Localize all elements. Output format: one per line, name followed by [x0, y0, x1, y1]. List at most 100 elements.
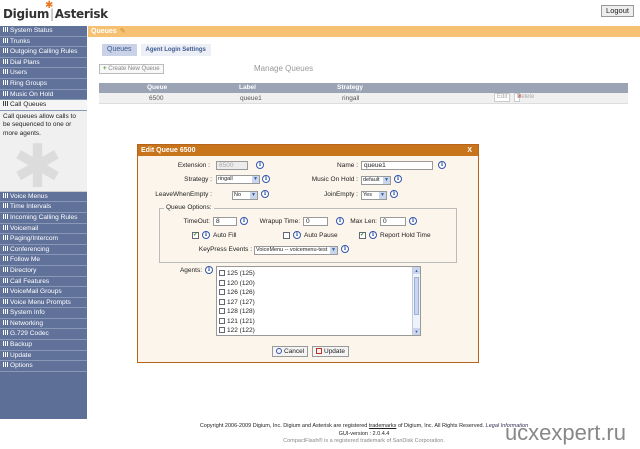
sidebar-item-voice-menus[interactable]: Voice Menus [0, 191, 87, 203]
sidebar-item-trunks[interactable]: Trunks [0, 36, 87, 48]
strategy-select[interactable]: ringall ▼ [216, 175, 260, 184]
tab-agent-login-settings[interactable]: Agent Login Settings [140, 44, 211, 56]
info-icon[interactable]: i [438, 161, 446, 169]
join-empty-value: Yes [363, 192, 372, 198]
table-row: 6500 queue1 ringall Edit ✕ Delete [99, 93, 628, 104]
sidebar-item-voicemail-groups[interactable]: VoiceMail Groups [0, 287, 87, 298]
join-empty-select[interactable]: Yes ▼ [361, 191, 387, 200]
keypress-events-select[interactable]: VoiceMenu -- voicemenu-test ▼ [254, 246, 338, 255]
agent-checkbox[interactable] [219, 270, 225, 276]
agent-list-item[interactable]: 126 (126) [219, 288, 255, 297]
auto-pause-checkbox[interactable] [283, 232, 290, 239]
sidebar-item-options[interactable]: Options [0, 361, 87, 372]
info-icon[interactable]: i [394, 175, 402, 183]
agent-checkbox[interactable] [219, 308, 225, 314]
create-new-queue-label: Create New Queue [108, 66, 160, 72]
strategy-value: ringall [218, 176, 233, 182]
info-icon[interactable]: i [202, 231, 210, 239]
sidebar-item-ring-groups[interactable]: Ring Groups [0, 78, 87, 90]
sidebar-item-voice-menu-prompts[interactable]: Voice Menu Prompts [0, 297, 87, 309]
wrapup-time-label: Wrapup Time: [259, 218, 300, 225]
sidebar-item-paging-intercom[interactable]: Paging/Intercom [0, 234, 87, 245]
info-icon[interactable]: i [341, 245, 349, 253]
sidebar-item-label: Update [10, 351, 32, 359]
sidebar-item-users[interactable]: Users [0, 68, 87, 79]
info-icon[interactable]: i [409, 217, 417, 225]
agents-scrollbar[interactable]: ▲ ▼ [412, 267, 420, 335]
create-new-queue-button[interactable]: + Create New Queue [99, 64, 164, 74]
edit-button[interactable]: Edit [494, 93, 511, 102]
agent-checkbox[interactable] [219, 298, 225, 305]
sidebar-item-label: Music On Hold [10, 90, 54, 98]
logo: Digium|Asterisk [3, 7, 108, 21]
agent-list-item[interactable]: 125 (125) [219, 269, 255, 278]
sidebar-item-update[interactable]: Update [0, 350, 87, 362]
agent-list-item[interactable]: 121 (121) [219, 317, 255, 326]
name-field[interactable]: queue1 [361, 161, 433, 170]
info-icon[interactable]: i [262, 175, 270, 183]
grid-icon [3, 101, 8, 107]
agent-checkbox[interactable] [219, 327, 225, 333]
sidebar-item-system-info[interactable]: System Info [0, 308, 87, 319]
sidebar-item-label: Voice Menus [10, 192, 48, 200]
scroll-up-icon[interactable]: ▲ [413, 267, 420, 274]
info-icon[interactable]: i [369, 231, 377, 239]
sidebar-item-incoming-calling-rules[interactable]: Incoming Calling Rules [0, 212, 87, 224]
agent-list-item[interactable]: 120 (120) [219, 279, 255, 288]
sidebar-item-g-729-codec[interactable]: G.729 Codec [0, 329, 87, 341]
info-icon[interactable]: i [256, 161, 264, 169]
info-icon[interactable]: i [261, 190, 269, 198]
leave-when-empty-select[interactable]: No ▼ [232, 191, 258, 200]
sidebar-item-conferencing[interactable]: Conferencing [0, 244, 87, 256]
trademarks-link[interactable]: trademarks [369, 423, 397, 429]
max-len-field[interactable]: 0 [380, 217, 406, 226]
pencil-icon: ✎ [119, 28, 126, 35]
sidebar-item-label: Paging/Intercom [10, 235, 59, 243]
grid-icon [3, 245, 8, 251]
sidebar-item-voicemail[interactable]: Voicemail [0, 223, 87, 235]
agent-checkbox[interactable] [219, 279, 225, 286]
close-button[interactable]: X [467, 145, 472, 156]
auto-fill-checkbox[interactable]: ✓ [192, 232, 199, 239]
dialog-title: Edit Queue 6500 [141, 147, 196, 154]
update-button[interactable]: Update [312, 346, 349, 357]
info-icon[interactable]: i [205, 266, 213, 274]
report-hold-time-checkbox[interactable]: ✓ [359, 232, 366, 239]
sidebar-item-label: Trunks [10, 37, 30, 45]
auto-fill-label: Auto Fill [213, 232, 237, 239]
chevron-down-icon: ▼ [383, 177, 390, 184]
delete-button[interactable]: ✕ Delete [514, 93, 534, 102]
sidebar-item-backup[interactable]: Backup [0, 340, 87, 351]
agents-list[interactable]: 125 (125) 120 (120) 126 (126) 127 (127) 128 … [216, 266, 421, 336]
agent-checkbox[interactable] [219, 289, 225, 295]
music-on-hold-select[interactable]: default ▼ [361, 176, 391, 185]
info-icon[interactable]: i [390, 190, 398, 198]
cancel-button[interactable]: Cancel [272, 346, 309, 357]
wrapup-time-field[interactable]: 0 [303, 217, 328, 226]
sidebar-item-system-status[interactable]: System Status [0, 26, 87, 37]
agent-list-item[interactable]: 128 (128) [219, 307, 255, 316]
agent-list-item[interactable]: 127 (127) [219, 298, 255, 307]
scroll-thumb[interactable] [414, 277, 419, 315]
timeout-field[interactable]: 8 [213, 217, 237, 226]
agent-checkbox[interactable] [219, 317, 225, 324]
sidebar-item-call-queues[interactable]: Call Queues [0, 100, 87, 111]
sidebar-item-label: Follow Me [10, 256, 41, 264]
info-icon[interactable]: i [293, 231, 301, 239]
sidebar-item-time-intervals[interactable]: Time Intervals [0, 202, 87, 213]
sidebar-item-call-features[interactable]: Call Features [0, 276, 87, 288]
info-icon[interactable]: i [336, 217, 344, 225]
grid-icon [3, 266, 8, 272]
sidebar-item-networking[interactable]: Networking [0, 318, 87, 330]
agent-list-item[interactable]: 122 (122) [219, 326, 255, 335]
sidebar-item-directory[interactable]: Directory [0, 265, 87, 277]
sidebar-item-music-on-hold[interactable]: Music On Hold [0, 89, 87, 101]
logout-button[interactable]: Logout [601, 5, 634, 17]
sidebar-item-follow-me[interactable]: Follow Me [0, 255, 87, 266]
sidebar-item-outgoing-calling-rules[interactable]: Outgoing Calling Rules [0, 47, 87, 58]
tab-queues[interactable]: Queues [102, 44, 137, 56]
sidebar-item-label: Incoming Calling Rules [10, 213, 78, 221]
scroll-down-icon[interactable]: ▼ [413, 328, 420, 335]
info-icon[interactable]: i [240, 217, 248, 225]
sidebar-item-dial-plans[interactable]: Dial Plans [0, 57, 87, 69]
